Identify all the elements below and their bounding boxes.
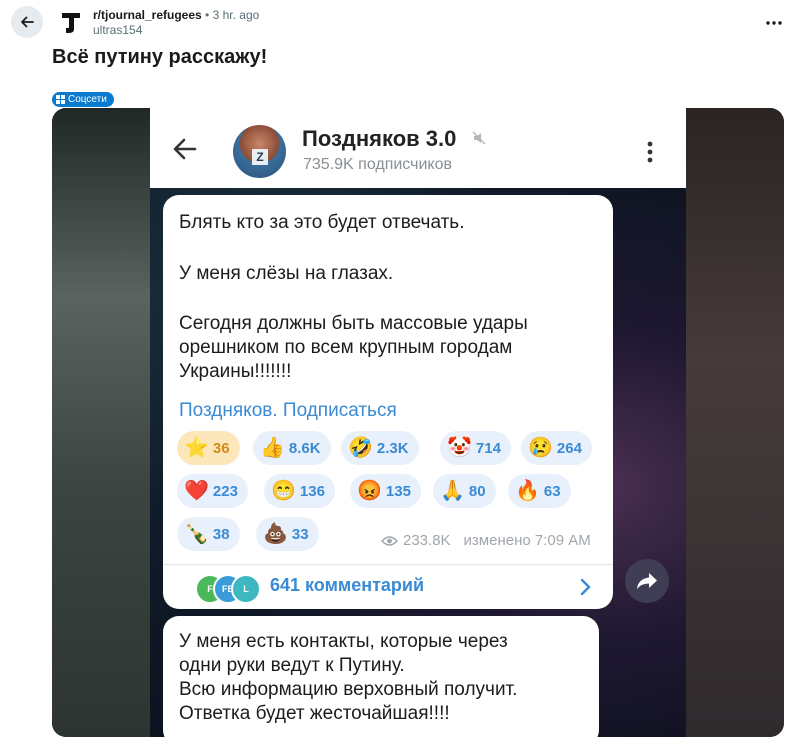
reaction-count: 2.3K — [376, 439, 409, 457]
reaction-star: ⭐ 36 — [177, 431, 240, 465]
blurred-background-right — [686, 108, 784, 737]
reaction-count: 264 — [556, 439, 582, 457]
poop-emoji-icon: 💩 — [263, 523, 288, 545]
reaction-poop: 💩 33 — [256, 517, 319, 551]
comments-count: 641 комментарий — [270, 575, 425, 595]
reaction-pray: 🙏 80 — [433, 474, 496, 508]
post-author[interactable]: ultras154 — [93, 23, 142, 37]
flair-label: Соцсети — [68, 94, 107, 105]
view-stats: 233.8K изменено 7:09 AM — [381, 532, 591, 549]
message-line: Блять кто за это будет отвечать. — [179, 212, 465, 233]
reaction-count: 136 — [299, 482, 325, 500]
rofl-emoji-icon: 🤣 — [348, 437, 373, 459]
reaction-count: 63 — [543, 482, 561, 500]
more-vertical-icon — [647, 141, 653, 163]
z-symbol: Z — [252, 149, 268, 165]
telegram-header: Z Поздняков 3.0 735.9K подписчиков — [150, 108, 686, 188]
angry-emoji-icon: 😡 — [357, 480, 382, 502]
more-horizontal-icon — [766, 21, 782, 25]
telegram-screenshot: Z Поздняков 3.0 735.9K подписчиков Блять… — [150, 108, 686, 737]
eye-icon — [381, 535, 398, 546]
more-options-button[interactable] — [762, 15, 786, 31]
post-time: 3 hr. ago — [212, 8, 260, 22]
message-line: орешником по всем крупным городам — [179, 337, 513, 358]
view-count: 233.8K — [403, 532, 451, 549]
message-line: Ответка будет жесточайшая!!!! — [179, 703, 450, 724]
message-bubble: У меня есть контакты, которые через одни… — [163, 616, 599, 737]
clown-emoji-icon: 🤡 — [447, 437, 472, 459]
heart-emoji-icon: ❤️ — [184, 480, 209, 502]
praying-hands-emoji-icon: 🙏 — [440, 480, 465, 502]
post-flair[interactable]: Соцсети — [52, 92, 114, 107]
chevron-right-icon — [580, 578, 591, 596]
subscriber-count: 735.9K подписчиков — [303, 156, 452, 173]
grid-icon — [56, 95, 65, 104]
message-line: У меня есть контакты, которые через — [179, 631, 508, 652]
thumbs-up-emoji-icon: 👍 — [260, 437, 285, 459]
reaction-fire: 🔥 63 — [508, 474, 571, 508]
reaction-count: 33 — [291, 525, 309, 543]
share-button — [625, 559, 669, 603]
meta-separator: • — [205, 8, 210, 22]
grin-emoji-icon: 😁 — [271, 480, 296, 502]
message-bubble: Блять кто за это будет отвечать. У меня … — [163, 195, 613, 609]
reaction-champagne: 🍾 38 — [177, 517, 240, 551]
reaction-count: 38 — [212, 525, 230, 543]
message-line: Сегодня должны быть массовые удары — [179, 313, 528, 334]
reaction-count: 80 — [468, 482, 486, 500]
blurred-background-left — [52, 108, 150, 737]
message-text: У меня есть контакты, которые через одни… — [179, 630, 517, 726]
reaction-count: 36 — [212, 439, 230, 457]
reaction-count: 8.6K — [288, 439, 321, 457]
message-line: Украины!!!!!!! — [179, 361, 292, 382]
reaction-angry: 😡 135 — [350, 474, 421, 508]
post-title: Всё путину расскажу! — [52, 46, 268, 68]
subreddit-avatar[interactable] — [56, 7, 86, 37]
edited-time: изменено 7:09 AM — [463, 532, 591, 549]
reaction-grin: 😁 136 — [264, 474, 335, 508]
message-line: одни руки ведут к Путину. — [179, 655, 405, 676]
reaction-count: 223 — [212, 482, 238, 500]
subreddit-name[interactable]: r/tjournal_refugees — [93, 8, 202, 22]
post-image[interactable]: Z Поздняков 3.0 735.9K подписчиков Блять… — [52, 108, 784, 737]
tjournal-logo-icon — [62, 13, 80, 33]
reaction-heart: ❤️ 223 — [177, 474, 248, 508]
crying-emoji-icon: 😢 — [528, 437, 553, 459]
arrow-left-icon — [173, 138, 197, 160]
star-emoji-icon: ⭐ — [184, 437, 209, 459]
message-line: У меня слёзы на глазах. — [179, 263, 394, 284]
channel-avatar: Z — [233, 125, 286, 178]
champagne-emoji-icon: 🍾 — [184, 523, 209, 545]
reaction-clown: 🤡 714 — [440, 431, 511, 465]
share-arrow-icon — [637, 573, 657, 589]
arrow-left-icon — [21, 16, 34, 28]
reaction-count: 714 — [475, 439, 501, 457]
reaction-cry: 😢 264 — [521, 431, 592, 465]
comments-bar: F FB L 641 комментарий — [163, 565, 613, 609]
back-button[interactable] — [11, 6, 43, 38]
commenter-avatar: L — [231, 574, 261, 604]
reaction-thumbs-up: 👍 8.6K — [253, 431, 331, 465]
message-line: Всю информацию верховный получит. — [179, 679, 518, 700]
subscribe-link: Поздняков. Подписаться — [179, 400, 397, 421]
reaction-rofl: 🤣 2.3K — [341, 431, 419, 465]
channel-name: Поздняков 3.0 — [302, 126, 457, 151]
fire-emoji-icon: 🔥 — [515, 480, 540, 502]
mute-icon — [472, 131, 486, 145]
post-meta-line: r/tjournal_refugees • 3 hr. ago — [93, 8, 259, 22]
reaction-count: 135 — [385, 482, 411, 500]
